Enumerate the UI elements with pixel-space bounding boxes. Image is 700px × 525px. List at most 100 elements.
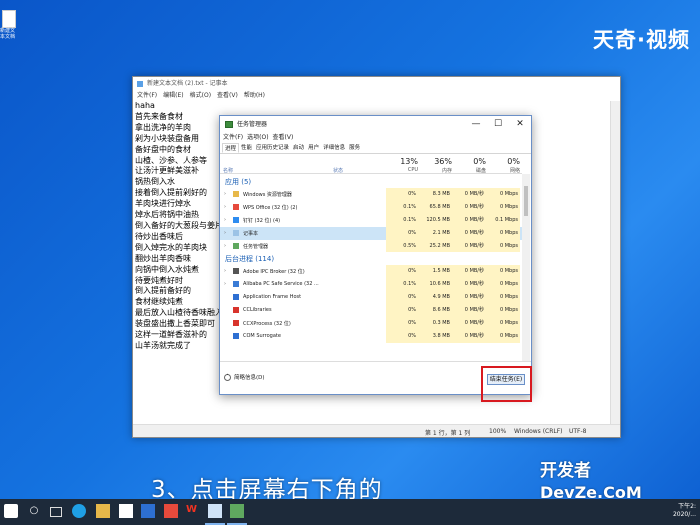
chevron-right-icon[interactable]: › — [224, 191, 226, 197]
start-button-icon[interactable] — [4, 504, 18, 518]
minimize-button[interactable]: — — [465, 116, 487, 133]
process-icon — [233, 203, 239, 210]
fewer-details-button[interactable]: ˄ 简略信息(D) — [224, 373, 265, 381]
col-status[interactable]: 状态 — [333, 167, 343, 174]
process-mem: 4.9 MB — [418, 291, 452, 305]
process-group-header: 后台进程 (114) — [225, 255, 275, 264]
maximize-button[interactable]: ☐ — [487, 116, 509, 133]
watermark-top: 天奇·视频 — [593, 28, 690, 52]
edge-browser-icon[interactable] — [72, 504, 86, 518]
chevron-right-icon[interactable]: › — [224, 281, 226, 287]
scrollbar-thumb[interactable] — [524, 186, 528, 216]
task-manager-taskbar-icon[interactable] — [230, 504, 244, 518]
notepad-icon — [137, 81, 143, 87]
tab-services[interactable]: 服务 — [347, 143, 362, 153]
desktop-file-icon[interactable]: 新建文 本文档 — [0, 10, 22, 50]
process-icon — [233, 281, 239, 288]
process-icon — [233, 191, 239, 197]
process-mem: 0.3 MB — [418, 317, 452, 330]
store-icon[interactable] — [119, 504, 133, 518]
process-icon — [233, 294, 239, 301]
process-row[interactable]: › 任务管理器 0.5% 25.2 MB 0 MB/秒 0 Mbps — [220, 239, 522, 253]
col-cpu[interactable]: CPU — [386, 167, 418, 173]
process-row[interactable]: CCXProcess (32 位) 0% 0.3 MB 0 MB/秒 0 Mbps — [220, 317, 522, 330]
taskbar-clock[interactable]: 下午2: 2020/... — [673, 503, 696, 519]
close-button[interactable]: ✕ — [509, 116, 531, 133]
process-net: 0 Mbps — [486, 304, 520, 318]
chevron-right-icon[interactable]: › — [224, 204, 226, 210]
chevron-right-icon[interactable]: › — [224, 230, 226, 236]
notepad-taskbar-icon[interactable] — [208, 504, 222, 518]
tab-processes[interactable]: 进程 — [222, 143, 240, 153]
notepad-statusbar: 第 1 行，第 1 列 100% Windows (CRLF) UTF-8 — [133, 424, 620, 437]
process-mem: 2.1 MB — [418, 226, 452, 240]
app-icon[interactable] — [164, 504, 178, 518]
process-cpu: 0% — [386, 265, 418, 279]
process-name: Windows 资源管理器 — [243, 192, 292, 198]
process-name: Adobe IPC Broker (32 位) — [243, 269, 305, 276]
notepad-menu-edit[interactable]: 编辑(E) — [163, 91, 183, 101]
tm-menu-view[interactable]: 查看(V) — [273, 133, 294, 143]
status-zoom: 100% — [489, 428, 507, 435]
process-row[interactable]: › WPS Office (32 位) (2) 0.1% 65.8 MB 0 MB/秒 0… — [220, 200, 522, 214]
process-cpu: 0% — [386, 291, 418, 305]
file-explorer-icon[interactable] — [96, 504, 110, 518]
process-net: 0 Mbps — [486, 329, 520, 343]
process-disk: 0 MB/秒 — [452, 304, 486, 318]
process-row[interactable]: › 钉钉 (32 位) (4) 0.1% 120.5 MB 0 MB/秒 0.1 Mbps — [220, 213, 522, 227]
process-icon — [233, 242, 239, 249]
notepad-titlebar[interactable]: 新建文本文档 (2).txt - 记事本 — [133, 77, 620, 91]
process-row[interactable]: › Alibaba PC Safe Service (32 ... 0.1% 10.6… — [220, 278, 522, 292]
fewer-details-label: 简略信息(D) — [234, 375, 265, 381]
chevron-right-icon[interactable]: › — [224, 217, 226, 223]
tab-app-history[interactable]: 应用历史记录 — [254, 143, 291, 153]
app-icon[interactable] — [141, 504, 155, 518]
process-row[interactable]: Application Frame Host 0% 4.9 MB 0 MB/秒 0 Mb… — [220, 291, 522, 305]
tab-users[interactable]: 用户 — [306, 143, 321, 153]
tab-details[interactable]: 详细信息 — [321, 143, 347, 153]
process-row[interactable]: › 记事本 0% 2.1 MB 0 MB/秒 0 Mbps — [220, 226, 522, 240]
notepad-menu-format[interactable]: 格式(O) — [190, 91, 211, 101]
notepad-menu-file[interactable]: 文件(F) — [137, 91, 157, 101]
process-mem: 8.6 MB — [418, 304, 452, 318]
tm-menu-file[interactable]: 文件(F) — [223, 133, 243, 143]
chevron-right-icon[interactable]: › — [224, 268, 226, 274]
process-disk: 0 MB/秒 — [452, 329, 486, 343]
process-list-scrollbar[interactable] — [522, 174, 530, 362]
process-cpu: 0% — [386, 226, 418, 240]
wps-icon[interactable]: W — [186, 504, 200, 518]
task-manager-menubar: 文件(F) 选项(O) 查看(V) — [220, 133, 531, 143]
task-manager-titlebar[interactable]: 任务管理器 — ☐ ✕ — [220, 116, 531, 133]
process-icon — [233, 216, 239, 223]
network-percent: 0% — [507, 157, 520, 166]
process-cpu: 0.1% — [386, 278, 418, 292]
tm-menu-options[interactable]: 选项(O) — [247, 133, 268, 143]
notepad-scrollbar[interactable] — [610, 101, 620, 424]
notepad-menu-help[interactable]: 帮助(H) — [244, 91, 265, 101]
chevron-right-icon[interactable]: › — [224, 243, 226, 249]
process-net: 0 Mbps — [486, 278, 520, 292]
process-name: 钉钉 (32 位) (4) — [243, 217, 281, 224]
process-icon — [233, 307, 239, 314]
memory-percent: 36% — [434, 157, 452, 166]
process-mem: 8.3 MB — [418, 188, 452, 201]
process-row[interactable]: CCLibraries 0% 8.6 MB 0 MB/秒 0 Mbps — [220, 304, 522, 318]
task-view-icon[interactable] — [50, 507, 62, 517]
notepad-menubar: 文件(F) 编辑(E) 格式(O) 查看(V) 帮助(H) — [133, 91, 620, 101]
process-mem: 1.5 MB — [418, 265, 452, 279]
search-icon[interactable]: ○ — [27, 504, 41, 518]
notepad-menu-view[interactable]: 查看(V) — [217, 91, 238, 101]
col-memory[interactable]: 内存 — [418, 167, 452, 174]
col-network[interactable]: 网络 — [486, 167, 520, 174]
process-disk: 0 MB/秒 — [452, 226, 486, 240]
process-disk: 0 MB/秒 — [452, 188, 486, 201]
col-disk[interactable]: 磁盘 — [452, 167, 486, 174]
tab-startup[interactable]: 启动 — [291, 143, 306, 153]
process-row[interactable]: › Adobe IPC Broker (32 位) 0% 1.5 MB 0 MB/秒 0 … — [220, 265, 522, 279]
process-row[interactable]: COM Surrogate 0% 3.8 MB 0 MB/秒 0 Mbps — [220, 329, 522, 343]
process-icon — [233, 320, 239, 327]
tab-performance[interactable]: 性能 — [239, 143, 254, 153]
col-name[interactable]: 名称 — [223, 167, 233, 174]
process-net: 0 Mbps — [486, 239, 520, 253]
process-row[interactable]: › Windows 资源管理器 0% 8.3 MB 0 MB/秒 0 Mbps — [220, 188, 522, 201]
